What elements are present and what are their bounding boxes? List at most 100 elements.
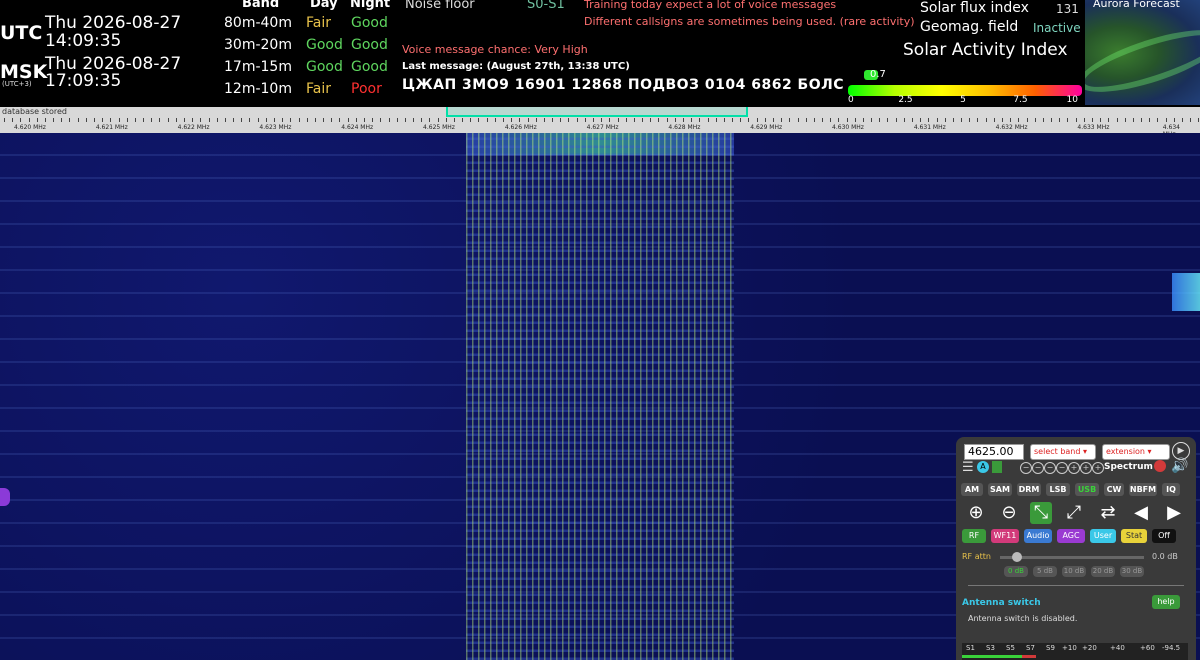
menu-button-agc[interactable]: AGC <box>1057 529 1085 543</box>
step-down-icon[interactable]: − <box>1044 462 1056 474</box>
record-icon[interactable] <box>1154 460 1166 472</box>
frequency-tick <box>1042 118 1044 122</box>
frequency-input[interactable]: 4625.00 <box>964 444 1024 460</box>
help-button[interactable]: help <box>1152 595 1180 609</box>
frequency-tick <box>928 118 930 122</box>
step-up-small-icon[interactable]: + <box>1068 462 1080 474</box>
frequency-tick <box>470 118 472 122</box>
frequency-tick <box>691 118 693 122</box>
frequency-tick-label: 4.628 MHz <box>668 124 701 131</box>
mode-button-cw[interactable]: CW <box>1104 483 1124 496</box>
zoom-max-icon[interactable]: ⤢ <box>1063 502 1085 524</box>
zoom-out-icon[interactable]: − <box>1032 462 1044 474</box>
s-meter-label: +20 <box>1082 644 1097 652</box>
band-header: Band <box>242 0 280 11</box>
spectrum-toggle[interactable]: Spectrum <box>1104 462 1153 472</box>
lock-icon[interactable] <box>992 461 1002 473</box>
frequency-tick <box>404 118 406 122</box>
band-day-condition: Fair <box>306 15 331 31</box>
rf-attn-step-button[interactable]: 30 dB <box>1120 566 1144 577</box>
frequency-tick <box>1165 118 1167 122</box>
frequency-tick <box>282 118 284 122</box>
frequency-tick <box>1116 118 1118 122</box>
frequency-tick <box>1034 118 1036 122</box>
frequency-tick <box>772 118 774 122</box>
frequency-tick <box>437 118 439 122</box>
band-select[interactable]: select band ▾ <box>1030 444 1096 460</box>
page-back-icon[interactable]: ◀ <box>1130 502 1152 524</box>
left-panel-toggle[interactable] <box>0 488 10 506</box>
rf-attn-step-button[interactable]: 0 dB <box>1004 566 1028 577</box>
menu-icon[interactable]: ☰ <box>962 460 974 475</box>
band-night-condition: Good <box>351 15 388 31</box>
solar-scale-label: 0 <box>848 95 854 105</box>
rf-attn-slider[interactable] <box>1012 552 1022 562</box>
frequency-tick <box>576 118 578 122</box>
step-down-small-icon[interactable]: − <box>1056 462 1068 474</box>
frequency-tick <box>830 118 832 122</box>
zoom-out-max-icon[interactable]: − <box>1020 462 1032 474</box>
volume-icon[interactable]: 🔊 <box>1171 458 1188 474</box>
frequency-tick <box>961 118 963 122</box>
zoom-in-icon[interactable]: ⊕ <box>965 502 987 524</box>
frequency-tick <box>102 118 104 122</box>
frequency-tick <box>1067 118 1069 122</box>
menu-button-off[interactable]: Off <box>1152 529 1176 543</box>
mode-button-nbfm[interactable]: NBFM <box>1129 483 1157 496</box>
mode-button-usb[interactable]: USB <box>1075 483 1099 496</box>
mode-button-drm[interactable]: DRM <box>1017 483 1041 496</box>
frequency-tick <box>69 118 71 122</box>
extension-select[interactable]: extension ▾ <box>1102 444 1170 460</box>
frequency-tick <box>887 118 889 122</box>
frequency-tick <box>1141 118 1142 122</box>
menu-button-audio[interactable]: Audio <box>1024 529 1052 543</box>
swap-icon[interactable]: ⇄ <box>1097 502 1119 524</box>
zoom-out-icon[interactable]: ⊖ <box>998 502 1020 524</box>
frequency-tick <box>1149 118 1151 122</box>
frequency-tick <box>920 118 922 122</box>
rf-attn-step-button[interactable]: 20 dB <box>1091 566 1115 577</box>
frequency-tick <box>1010 118 1012 122</box>
frequency-tick <box>1173 118 1175 122</box>
band-night-condition: Poor <box>351 81 382 97</box>
frequency-tick-label: 4.629 MHz <box>750 124 783 131</box>
menu-button-user[interactable]: User <box>1090 529 1116 543</box>
step-up-icon[interactable]: + <box>1080 462 1092 474</box>
frequency-tick <box>380 118 382 122</box>
auto-icon[interactable]: A <box>977 461 989 473</box>
rf-attn-step-button[interactable]: 10 dB <box>1062 566 1086 577</box>
frequency-tick <box>903 118 905 122</box>
step-up-max-icon[interactable]: + <box>1092 462 1104 474</box>
zoom-band-icon[interactable]: ⤡ <box>1030 502 1052 524</box>
frequency-tick <box>1124 118 1126 122</box>
frequency-tick-label: 4.622 MHz <box>177 124 210 131</box>
frequency-tick <box>666 118 668 122</box>
frequency-tick-label: 4.633 MHz <box>1077 124 1110 131</box>
passband-indicator[interactable] <box>446 107 748 117</box>
frequency-tick <box>273 118 275 122</box>
mode-button-lsb[interactable]: LSB <box>1046 483 1070 496</box>
page-forward-icon[interactable]: ▶ <box>1163 502 1185 524</box>
frequency-tick-label: 4.620 MHz <box>14 124 46 131</box>
mode-button-am[interactable]: AM <box>961 483 983 496</box>
menu-button-stat[interactable]: Stat <box>1121 529 1147 543</box>
mode-button-sam[interactable]: SAM <box>988 483 1012 496</box>
mode-button-iq[interactable]: IQ <box>1162 483 1180 496</box>
frequency-tick <box>601 118 603 122</box>
solar-scale-label: 7.5 <box>1013 95 1028 105</box>
menu-button-rf[interactable]: RF <box>962 529 986 543</box>
menu-button-wf11[interactable]: WF11 <box>991 529 1019 543</box>
frequency-tick <box>413 118 414 122</box>
frequency-tick <box>1026 118 1028 122</box>
frequency-tick <box>445 118 447 122</box>
solar-scale-label: 5 <box>960 95 966 105</box>
rf-attn-step-button[interactable]: 5 dB <box>1033 566 1057 577</box>
frequency-tick <box>143 118 145 122</box>
frequency-tick <box>53 118 55 122</box>
frequency-tick <box>1018 118 1020 122</box>
frequency-tick <box>118 118 120 122</box>
frequency-tick <box>789 118 791 122</box>
frequency-tick <box>985 118 987 122</box>
frequency-tick <box>617 118 619 122</box>
frequency-tick <box>1157 118 1159 122</box>
